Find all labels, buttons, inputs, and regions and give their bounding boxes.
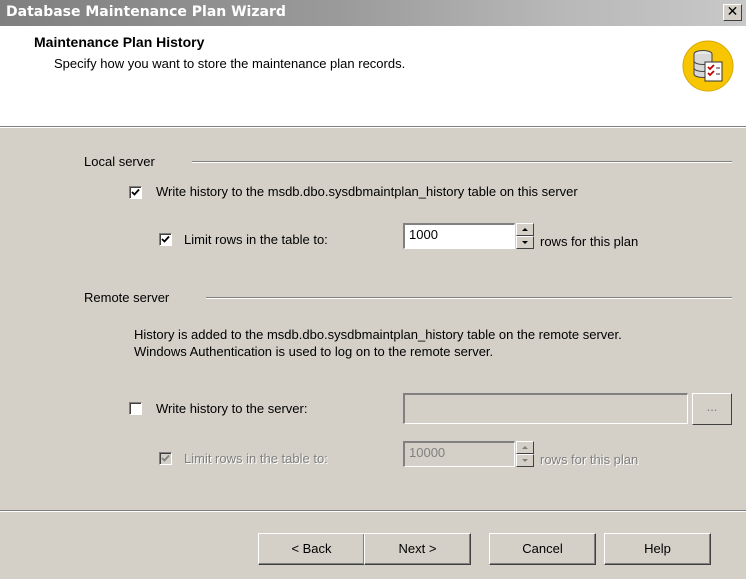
limit-rows-local-input[interactable]: 1000 — [403, 223, 515, 249]
local-server-divider — [192, 161, 732, 163]
help-button[interactable]: Help — [604, 533, 711, 565]
write-history-remote-checkbox[interactable] — [129, 402, 142, 415]
footer-divider — [0, 510, 746, 512]
remote-server-divider — [206, 297, 732, 299]
write-history-remote-label[interactable]: Write history to the server: — [156, 401, 307, 416]
checkmark-icon — [161, 235, 170, 243]
limit-rows-local-label[interactable]: Limit rows in the table to: — [184, 232, 328, 247]
spin-down-button[interactable] — [516, 454, 534, 467]
remote-server-info: History is added to the msdb.dbo.sysdbma… — [134, 326, 622, 360]
close-icon: ✕ — [726, 4, 739, 20]
remote-info-line1: History is added to the msdb.dbo.sysdbma… — [134, 327, 622, 342]
arrow-up-icon — [522, 446, 528, 449]
remote-server-input[interactable] — [403, 393, 688, 424]
arrow-down-icon — [522, 241, 528, 244]
cancel-button[interactable]: Cancel — [489, 533, 596, 565]
spin-up-button[interactable] — [516, 441, 534, 454]
close-button[interactable]: ✕ — [723, 4, 742, 21]
write-history-local-label[interactable]: Write history to the msdb.dbo.sysdbmaint… — [156, 184, 578, 199]
wizard-window: Database Maintenance Plan Wizard ✕ Maint… — [0, 0, 746, 579]
next-button[interactable]: Next > — [364, 533, 471, 565]
header-divider — [0, 127, 746, 128]
limit-rows-remote-input[interactable]: 10000 — [403, 441, 515, 467]
remote-server-group-label: Remote server — [84, 290, 170, 305]
title-bar[interactable]: Database Maintenance Plan Wizard ✕ — [0, 0, 746, 26]
limit-rows-remote-suffix: rows for this plan — [540, 452, 639, 467]
local-server-group-label: Local server — [84, 154, 155, 169]
limit-rows-remote-checkbox[interactable] — [159, 452, 172, 465]
page-title: Maintenance Plan History — [34, 34, 205, 50]
checkmark-icon — [131, 188, 140, 196]
checkmark-icon — [161, 454, 170, 462]
database-checklist-icon — [682, 40, 734, 92]
page-subtitle: Specify how you want to store the mainte… — [54, 56, 406, 71]
back-button[interactable]: < Back — [258, 533, 365, 565]
spin-up-button[interactable] — [516, 223, 534, 236]
browse-server-button[interactable]: ... — [692, 393, 732, 425]
limit-rows-local-spinner[interactable] — [516, 223, 534, 249]
limit-rows-remote-label[interactable]: Limit rows in the table to: — [184, 451, 328, 466]
remote-info-line2: Windows Authentication is used to log on… — [134, 344, 494, 359]
limit-rows-local-checkbox[interactable] — [159, 233, 172, 246]
arrow-up-icon — [522, 228, 528, 231]
limit-rows-local-suffix: rows for this plan — [540, 234, 639, 249]
arrow-down-icon — [522, 459, 528, 462]
spin-down-button[interactable] — [516, 236, 534, 249]
write-history-local-checkbox[interactable] — [129, 186, 142, 199]
window-title: Database Maintenance Plan Wizard — [6, 4, 286, 20]
limit-rows-remote-spinner[interactable] — [516, 441, 534, 467]
